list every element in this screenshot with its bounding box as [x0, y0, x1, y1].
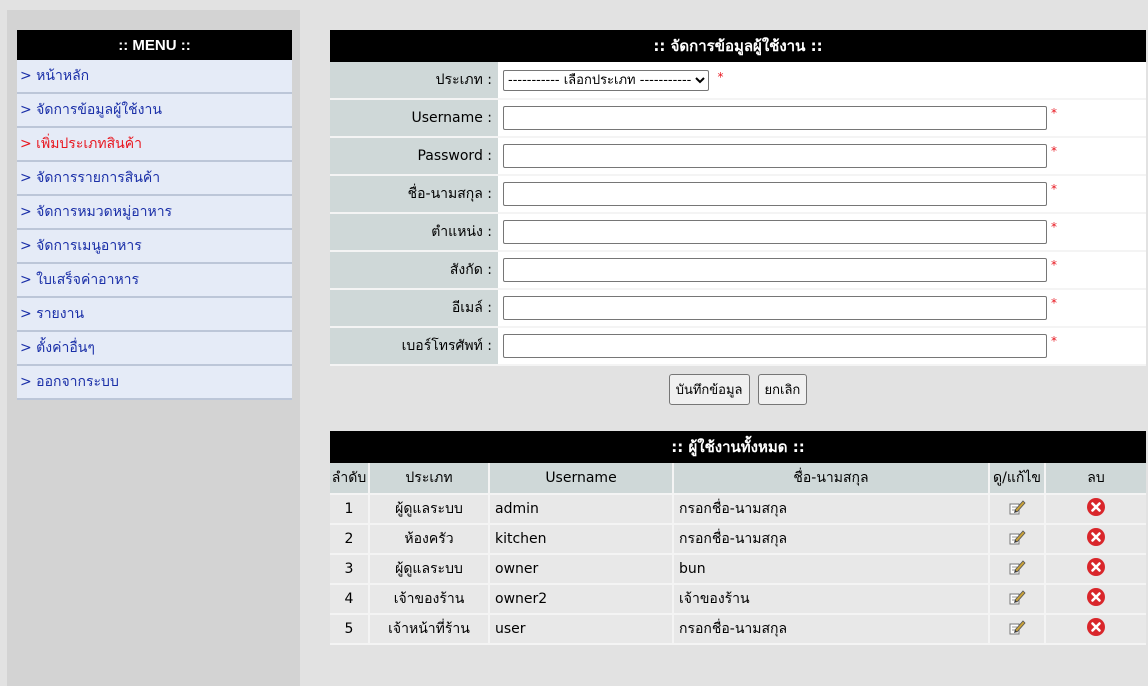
row-delete-cell	[1046, 555, 1146, 585]
row-edit-cell	[990, 615, 1046, 645]
edit-pencil-icon[interactable]	[1008, 528, 1026, 550]
row-type: ผู้ดูแลระบบ	[370, 555, 490, 585]
row-type: เจ้าของร้าน	[370, 585, 490, 615]
delete-x-icon[interactable]	[1086, 527, 1106, 551]
col-fullname-header: ชื่อ-นามสกุล	[674, 463, 990, 495]
email-input[interactable]	[503, 296, 1047, 320]
cancel-button[interactable]: ยกเลิก	[757, 373, 808, 405]
menu-item-manage-food-categories[interactable]: > จัดการหมวดหมู่อาหาร	[17, 196, 292, 230]
password-input[interactable]	[503, 144, 1047, 168]
row-delete-cell	[1046, 495, 1146, 525]
menu-item-logout[interactable]: > ออกจากระบบ	[17, 366, 292, 400]
required-mark: *	[1051, 182, 1057, 196]
menu-item-add-product-type[interactable]: > เพิ่มประเภทสินค้า	[17, 128, 292, 162]
row-username: owner2	[490, 585, 674, 615]
row-fullname: กรอกชื่อ-นามสกุล	[674, 495, 990, 525]
row-no: 2	[330, 525, 370, 555]
required-mark: *	[1051, 144, 1057, 158]
username-label: Username :	[330, 100, 498, 138]
username-input[interactable]	[503, 106, 1047, 130]
menu-item-receipts[interactable]: > ใบเสร็จค่าอาหาร	[17, 264, 292, 298]
delete-x-icon[interactable]	[1086, 617, 1106, 641]
delete-x-icon[interactable]	[1086, 557, 1106, 581]
row-edit-cell	[990, 555, 1046, 585]
affiliation-label: สังกัด :	[330, 252, 498, 290]
row-fullname: bun	[674, 555, 990, 585]
table-row: 2 ห้องครัว kitchen กรอกชื่อ-นามสกุล	[330, 525, 1146, 555]
edit-pencil-icon[interactable]	[1008, 498, 1026, 520]
fullname-input[interactable]	[503, 182, 1047, 206]
position-label: ตำแหน่ง :	[330, 214, 498, 252]
password-label: Password :	[330, 138, 498, 176]
row-delete-cell	[1046, 585, 1146, 615]
required-mark: *	[1051, 258, 1057, 272]
row-username: admin	[490, 495, 674, 525]
row-fullname: เจ้าของร้าน	[674, 585, 990, 615]
menu-title: :: MENU ::	[17, 30, 292, 60]
edit-pencil-icon[interactable]	[1008, 588, 1026, 610]
col-no-header: ลำดับ	[330, 463, 370, 495]
required-mark: *	[1051, 334, 1057, 348]
row-no: 5	[330, 615, 370, 645]
users-title: :: ผู้ใช้งานทั้งหมด ::	[330, 431, 1146, 463]
table-row: 1 ผู้ดูแลระบบ admin กรอกชื่อ-นามสกุล	[330, 495, 1146, 525]
users-table: ลำดับ ประเภท Username ชื่อ-นามสกุล ดู/แก…	[330, 463, 1146, 645]
row-delete-cell	[1046, 615, 1146, 645]
save-button[interactable]: บันทึกข้อมูล	[668, 373, 750, 405]
row-no: 3	[330, 555, 370, 585]
row-type: ห้องครัว	[370, 525, 490, 555]
row-edit-cell	[990, 495, 1046, 525]
required-mark: *	[1051, 296, 1057, 310]
row-edit-cell	[990, 525, 1046, 555]
row-username: kitchen	[490, 525, 674, 555]
position-input[interactable]	[503, 220, 1047, 244]
required-mark: *	[717, 69, 724, 84]
delete-x-icon[interactable]	[1086, 497, 1106, 521]
required-mark: *	[1051, 106, 1057, 120]
table-row: 4 เจ้าของร้าน owner2 เจ้าของร้าน	[330, 585, 1146, 615]
email-label: อีเมล์ :	[330, 290, 498, 328]
delete-x-icon[interactable]	[1086, 587, 1106, 611]
main-content: :: จัดการข้อมูลผู้ใช้งาน :: ประเภท : ---…	[330, 30, 1146, 645]
row-type: เจ้าหน้าที่ร้าน	[370, 615, 490, 645]
row-username: user	[490, 615, 674, 645]
phone-label: เบอร์โทรศัพท์ :	[330, 328, 498, 366]
menu-item-settings[interactable]: > ตั้งค่าอื่นๆ	[17, 332, 292, 366]
row-username: owner	[490, 555, 674, 585]
row-delete-cell	[1046, 525, 1146, 555]
form-title: :: จัดการข้อมูลผู้ใช้งาน ::	[330, 30, 1146, 62]
menu-item-manage-products[interactable]: > จัดการรายการสินค้า	[17, 162, 292, 196]
left-sidebar: :: MENU :: > หน้าหลัก > จัดการข้อมูลผู้ใ…	[7, 10, 300, 686]
menu-item-reports[interactable]: > รายงาน	[17, 298, 292, 332]
edit-pencil-icon[interactable]	[1008, 618, 1026, 640]
col-username-header: Username	[490, 463, 674, 495]
table-row: 5 เจ้าหน้าที่ร้าน user กรอกชื่อ-นามสกุล	[330, 615, 1146, 645]
menu-item-home[interactable]: > หน้าหลัก	[17, 60, 292, 94]
row-no: 4	[330, 585, 370, 615]
phone-input[interactable]	[503, 334, 1047, 358]
form-actions: บันทึกข้อมูล ยกเลิก	[330, 366, 1146, 412]
row-fullname: กรอกชื่อ-นามสกุล	[674, 615, 990, 645]
menu: :: MENU :: > หน้าหลัก > จัดการข้อมูลผู้ใ…	[17, 30, 292, 400]
col-delete-header: ลบ	[1046, 463, 1146, 495]
row-type: ผู้ดูแลระบบ	[370, 495, 490, 525]
type-select[interactable]: ----------- เลือกประเภท -----------	[503, 69, 709, 91]
menu-item-manage-users[interactable]: > จัดการข้อมูลผู้ใช้งาน	[17, 94, 292, 128]
table-row: 3 ผู้ดูแลระบบ owner bun	[330, 555, 1146, 585]
affiliation-input[interactable]	[503, 258, 1047, 282]
row-no: 1	[330, 495, 370, 525]
edit-pencil-icon[interactable]	[1008, 558, 1026, 580]
fullname-label: ชื่อ-นามสกุล :	[330, 176, 498, 214]
menu-item-manage-food-menu[interactable]: > จัดการเมนูอาหาร	[17, 230, 292, 264]
type-label: ประเภท :	[330, 62, 498, 100]
col-edit-header: ดู/แก้ไข	[990, 463, 1046, 495]
user-form: ประเภท : ----------- เลือกประเภท -------…	[330, 62, 1146, 366]
row-fullname: กรอกชื่อ-นามสกุล	[674, 525, 990, 555]
required-mark: *	[1051, 220, 1057, 234]
users-panel: :: ผู้ใช้งานทั้งหมด :: ลำดับ ประเภท User…	[330, 431, 1146, 645]
row-edit-cell	[990, 585, 1046, 615]
col-type-header: ประเภท	[370, 463, 490, 495]
